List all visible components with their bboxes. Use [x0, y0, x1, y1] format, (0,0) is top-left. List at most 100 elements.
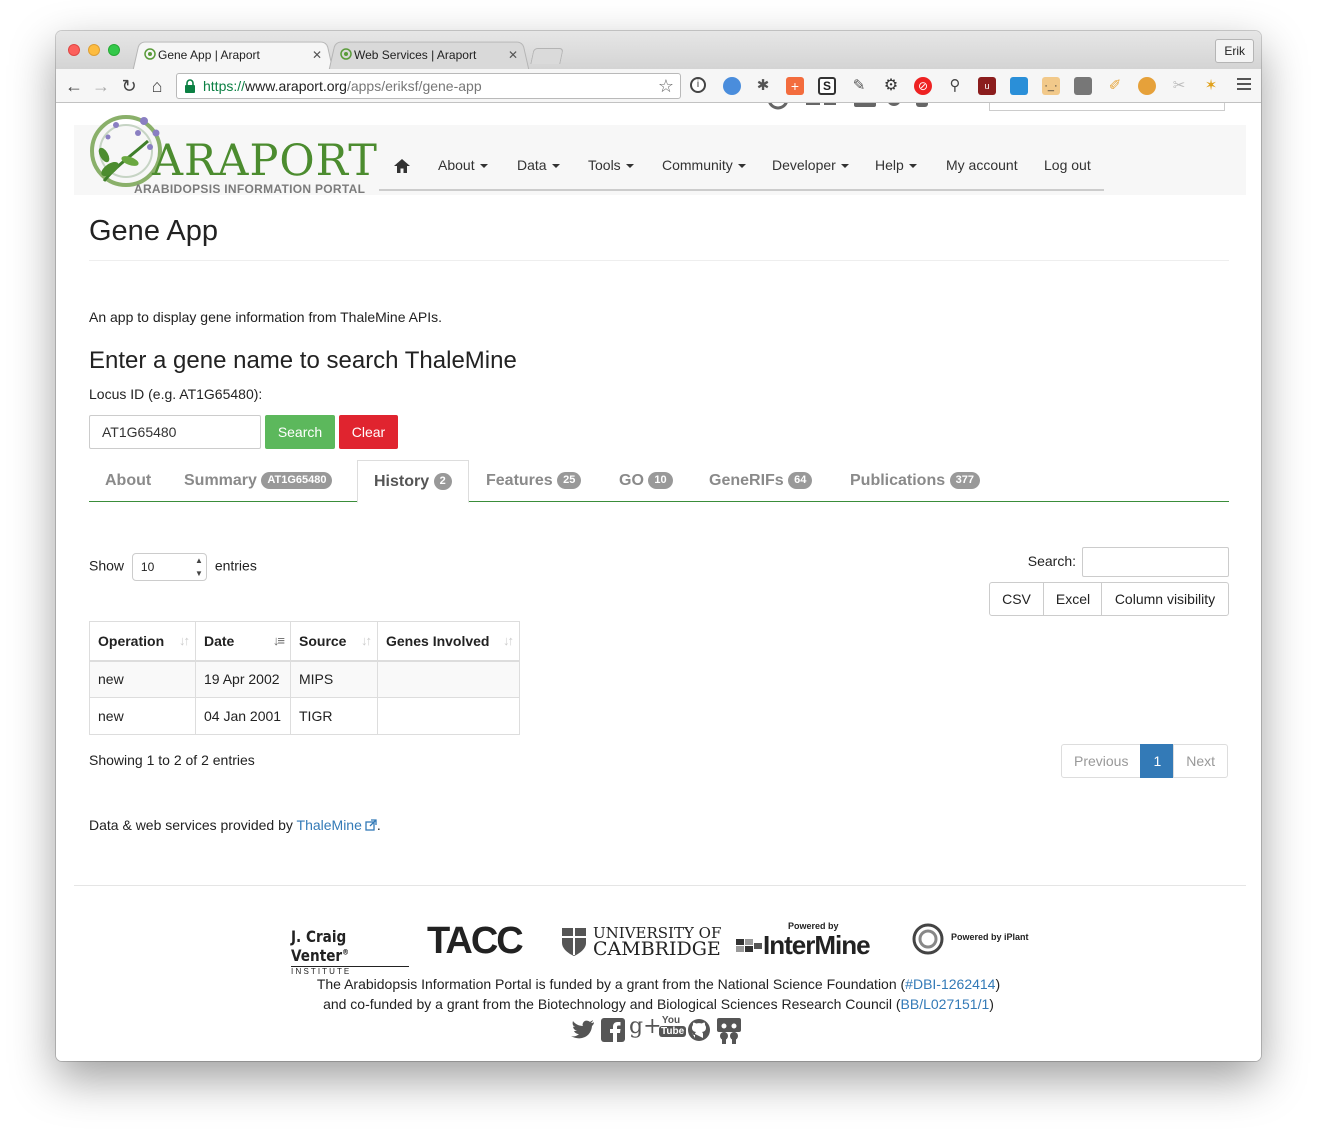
bbsrc-grant-link[interactable]: BB/L027151/1: [901, 996, 990, 1012]
tab-label: History: [374, 473, 430, 490]
nsf-grant-link[interactable]: #DBI-1262414: [905, 976, 995, 992]
acrobat-extension-icon[interactable]: ⊘: [914, 77, 932, 95]
pagination-next[interactable]: Next: [1173, 744, 1229, 778]
chromium-extension-icon[interactable]: [723, 77, 741, 95]
tab-go[interactable]: GO 10: [603, 460, 689, 502]
title-divider: [89, 260, 1229, 261]
forward-arrow-icon[interactable]: →: [91, 76, 111, 96]
iplant-swirl-icon: [912, 923, 944, 955]
nav-tools[interactable]: Tools: [588, 157, 634, 173]
ublock-extension-icon[interactable]: u: [978, 77, 996, 95]
tab-history[interactable]: History 2: [357, 460, 469, 503]
pin-extension-icon[interactable]: ✎: [850, 77, 868, 95]
tab-about[interactable]: About: [89, 460, 167, 502]
back-arrow-icon[interactable]: ←: [64, 76, 84, 96]
funding-text-1: The Arabidopsis Information Portal is fu…: [316, 976, 906, 992]
thalemine-link[interactable]: ThaleMine: [297, 817, 362, 833]
column-header-source[interactable]: Source ↓↑: [290, 621, 378, 662]
entries-select[interactable]: 10 ▲ ▼: [131, 553, 207, 581]
araport-logo[interactable]: ARAPORT ARABIDOPSIS INFORMATION PORTAL: [86, 111, 378, 196]
export-csv-button[interactable]: CSV: [989, 582, 1044, 616]
box-extension-icon[interactable]: [1010, 77, 1028, 95]
sparkle-extension-icon[interactable]: ✶: [1202, 77, 1220, 95]
feather-extension-icon[interactable]: ✐: [1106, 77, 1124, 95]
magnifier-extension-icon[interactable]: ⚲: [946, 77, 964, 95]
new-tab-button[interactable]: [530, 48, 564, 64]
pagination: Previous 1 Next: [1061, 744, 1229, 778]
nav-about[interactable]: About: [438, 157, 488, 173]
nav-help[interactable]: Help: [875, 157, 917, 173]
header-search-box[interactable]: [989, 103, 1225, 111]
square-extension-icon[interactable]: [1074, 77, 1092, 95]
column-header-genes-involved[interactable]: Genes Involved ↓↑: [377, 621, 520, 662]
nav-developer[interactable]: Developer: [772, 157, 849, 173]
cell-date: 04 Jan 2001: [195, 697, 291, 735]
logo-wordmark: ARAPORT: [152, 136, 378, 186]
jcvi-logo[interactable]: J. Craig Venter® I N S T I T U T E: [291, 927, 409, 976]
bookmark-star-icon[interactable]: ☆: [658, 74, 674, 98]
nav-data[interactable]: Data: [517, 157, 560, 173]
close-tab-icon[interactable]: ✕: [312, 41, 322, 69]
youtube-icon[interactable]: You Tube: [659, 1015, 687, 1037]
tab-label: Summary: [184, 472, 257, 489]
minimize-window-button[interactable]: [88, 44, 100, 56]
nav-about-label: About: [438, 157, 475, 173]
address-bar[interactable]: https://www.araport.org/apps/eriksf/gene…: [176, 73, 681, 99]
home-icon[interactable]: ⌂: [147, 76, 167, 96]
home-icon[interactable]: [394, 159, 410, 173]
slideshare-icon[interactable]: [716, 1017, 742, 1045]
close-window-button[interactable]: [68, 44, 80, 56]
tab-features[interactable]: Features 25: [470, 460, 597, 502]
scissors-extension-icon[interactable]: ✂: [1170, 77, 1188, 95]
profile-button[interactable]: Erik: [1215, 39, 1254, 63]
url-host: www.araport.org: [245, 78, 347, 94]
plus-extension-icon[interactable]: +: [786, 77, 804, 95]
browser-tab-web-services[interactable]: Web Services | Araport ✕: [328, 41, 530, 70]
funding-close-1: ): [995, 976, 1001, 992]
facebook-icon[interactable]: [601, 1018, 625, 1042]
search-button[interactable]: Search: [265, 415, 335, 449]
google-plus-icon[interactable]: g+: [629, 1014, 662, 1039]
page-title: Gene App: [89, 215, 218, 247]
info-extension-icon[interactable]: i: [690, 77, 706, 93]
column-header-operation[interactable]: Operation ↓↑: [89, 621, 196, 662]
column-header-label: Source: [299, 632, 347, 649]
iplant-logo-label: Powered by iPlant: [951, 932, 1029, 942]
external-link-icon[interactable]: [365, 819, 377, 831]
face-extension-icon[interactable]: ·_·: [1042, 77, 1060, 95]
table-search-label: Search:: [1027, 553, 1076, 569]
pagination-previous[interactable]: Previous: [1061, 744, 1142, 778]
column-visibility-button[interactable]: Column visibility: [1101, 582, 1229, 616]
table-search-input[interactable]: [1082, 547, 1229, 577]
tacc-logo[interactable]: TACC: [427, 921, 524, 961]
tab-publications[interactable]: Publications 377: [834, 460, 996, 502]
sort-descending-icon: ↓≡: [272, 633, 285, 648]
table-header-row: Operation ↓↑ Date ↓≡ Source ↓↑ Genes Involv…: [89, 621, 520, 662]
close-tab-icon[interactable]: ✕: [508, 41, 518, 69]
bug-extension-icon[interactable]: ✱: [754, 77, 772, 95]
export-excel-button[interactable]: Excel: [1043, 582, 1103, 616]
orange-circle-extension-icon[interactable]: [1138, 77, 1156, 95]
tab-summary[interactable]: Summary AT1G65480: [168, 460, 348, 502]
locus-id-input[interactable]: AT1G65480: [89, 415, 261, 449]
s-extension-icon[interactable]: S: [818, 77, 836, 95]
nav-my-account[interactable]: My account: [946, 157, 1018, 173]
header-social-icons: [768, 103, 928, 110]
intermine-logo[interactable]: Powered by InterMine: [736, 921, 901, 961]
clear-button[interactable]: Clear: [339, 415, 398, 449]
iplant-logo[interactable]: Powered by iPlant: [912, 923, 1032, 957]
intermine-squares-icon: [736, 939, 762, 952]
github-icon[interactable]: [687, 1018, 711, 1042]
browser-tab-gene-app[interactable]: Gene App | Araport ✕: [132, 41, 334, 70]
reload-icon[interactable]: ↻: [119, 76, 139, 96]
zoom-window-button[interactable]: [108, 44, 120, 56]
gear-extension-icon[interactable]: ⚙: [882, 77, 900, 95]
twitter-icon[interactable]: [571, 1020, 595, 1040]
pagination-page-1[interactable]: 1: [1140, 744, 1175, 778]
tab-generifs[interactable]: GeneRIFs 64: [693, 460, 828, 502]
chrome-menu-icon[interactable]: [1237, 78, 1251, 93]
nav-log-out[interactable]: Log out: [1044, 157, 1091, 173]
cell-operation: new: [89, 660, 196, 698]
nav-community[interactable]: Community: [662, 157, 746, 173]
column-header-date[interactable]: Date ↓≡: [195, 621, 291, 662]
